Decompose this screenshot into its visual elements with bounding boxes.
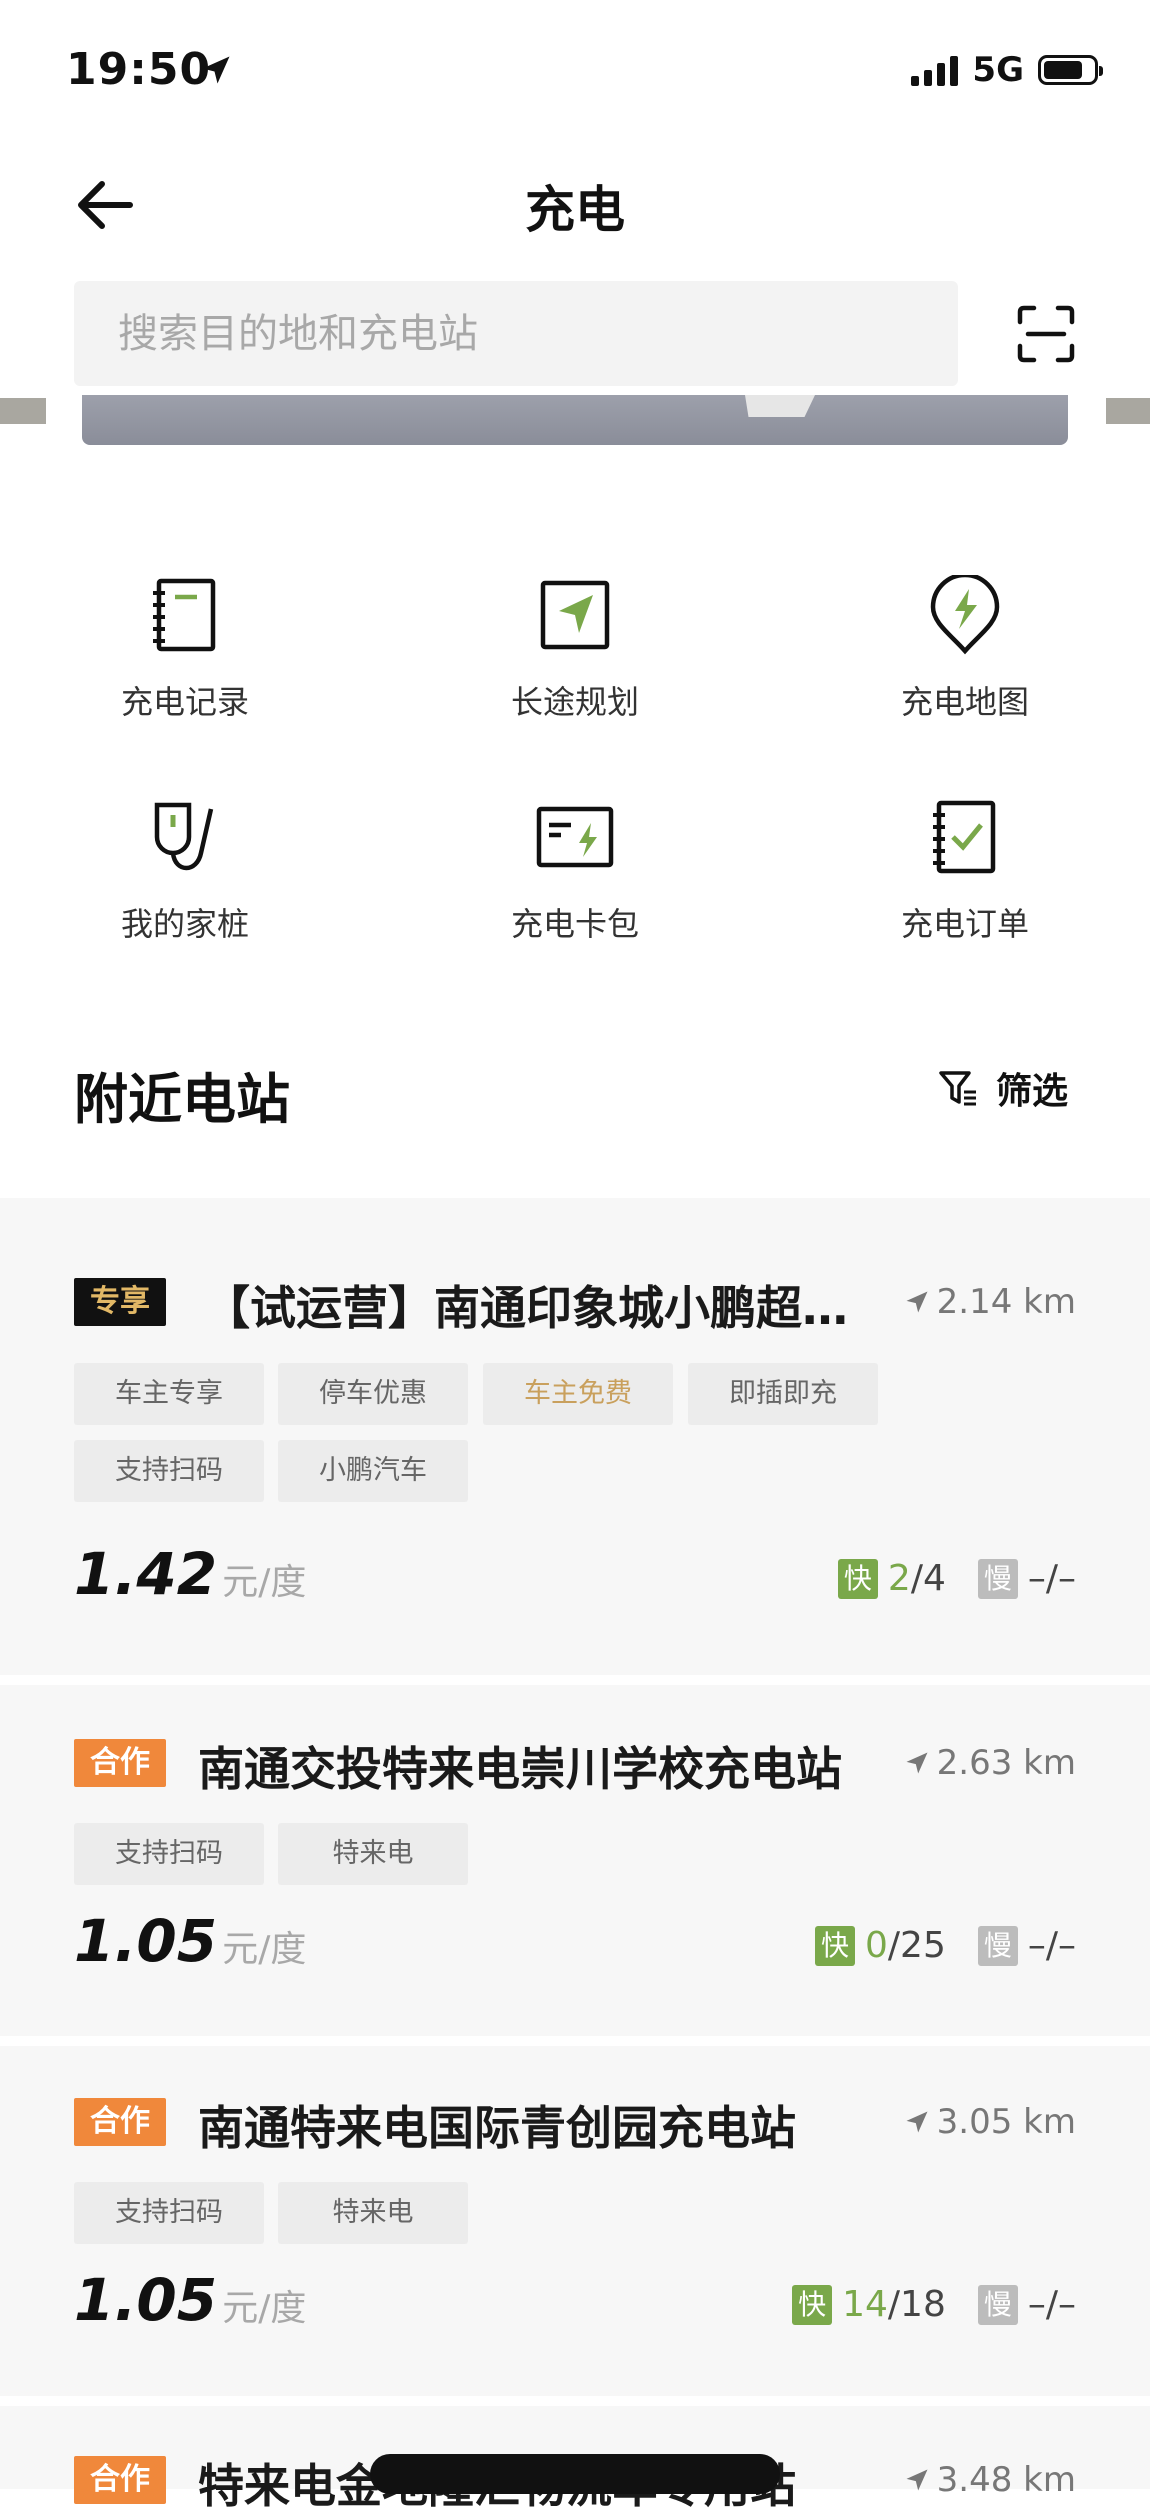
station-tag: 支持扫码 [74, 2182, 264, 2244]
station-tag: 支持扫码 [74, 1823, 264, 1885]
quick-charge-records[interactable]: 充电记录 [35, 575, 335, 723]
station-tag: 小鹏汽车 [278, 1440, 468, 1502]
charger-availability: 快 2/4 慢 –/– [837, 1558, 1076, 1599]
quick-home-charger[interactable]: 我的家桩 [35, 797, 335, 945]
slow-charger-badge: 慢 [977, 1925, 1018, 1966]
search-box[interactable] [74, 281, 958, 386]
battery-fill [1044, 61, 1082, 79]
fast-available: 14 [842, 2284, 888, 2325]
station-tag: 支持扫码 [74, 1440, 264, 1502]
quick-card-wallet[interactable]: 充电卡包 [425, 797, 725, 945]
card-separator [0, 2036, 1150, 2046]
charger-availability: 快 0/25 慢 –/– [815, 1925, 1076, 1966]
page-title: 充电 [525, 181, 625, 239]
home-indicator[interactable] [370, 2454, 780, 2494]
status-indicators: 5G [911, 50, 1103, 90]
home-charger-icon [154, 802, 214, 871]
fast-charger-badge: 快 [792, 2284, 833, 2325]
price-unit: 元/度 [222, 1562, 307, 1603]
map-pin-bolt-icon [930, 575, 1000, 655]
station-price: 1.05 元/度 [74, 2266, 306, 2334]
price-value: 1.05 [74, 1907, 218, 1975]
slow-availability: –/– [1027, 1925, 1076, 1966]
partner-badge: 合作 [74, 1739, 166, 1787]
station-price: 1.05 元/度 [74, 1907, 306, 1975]
quick-charge-map[interactable]: 充电地图 [815, 575, 1115, 723]
location-arrow-icon [202, 56, 230, 84]
quick-action-label: 充电地图 [900, 683, 1029, 721]
quick-action-label: 我的家桩 [120, 905, 249, 943]
direction-arrow-icon [906, 2111, 928, 2133]
direction-arrow-icon [906, 2469, 928, 2491]
station-price: 1.42 元/度 [74, 1540, 306, 1608]
notebook-icon [153, 578, 216, 652]
price-value: 1.42 [74, 1540, 218, 1608]
fast-available: 2 [887, 1558, 911, 1599]
filter-label: 筛选 [996, 1071, 1069, 1112]
fast-total: /25 [887, 1925, 946, 1966]
quick-action-label: 充电记录 [120, 683, 249, 721]
station-tag: 特来电 [278, 2182, 468, 2244]
station-tag: 特来电 [278, 1823, 468, 1885]
station-tag: 车主专享 [74, 1363, 264, 1425]
station-distance: 2.14 km [903, 1282, 1076, 1322]
carousel-next-peek[interactable] [1106, 398, 1150, 424]
filter-icon [939, 1071, 976, 1106]
route-plan-icon [540, 580, 610, 650]
banner-image-detail [745, 395, 815, 417]
fast-charger-badge: 快 [815, 1925, 856, 1966]
price-unit: 元/度 [222, 2288, 307, 2329]
price-unit: 元/度 [222, 1929, 307, 1970]
card-separator [0, 2396, 1150, 2406]
station-distance: 2.63 km [903, 1743, 1076, 1783]
station-tag: 车主免费 [483, 1363, 673, 1425]
station-name: 【试运营】南通印象城小鹏超… [204, 1281, 848, 1335]
slow-charger-badge: 慢 [977, 1558, 1018, 1599]
exclusive-badge: 专享 [74, 1278, 166, 1326]
station-distance: 3.48 km [903, 2460, 1076, 2500]
station-name: 南通交投特来电崇川学校充电站 [198, 1742, 842, 1796]
distance-value: 2.63 km [936, 1743, 1076, 1783]
quick-route-plan[interactable]: 长途规划 [425, 575, 725, 723]
slow-availability: –/– [1027, 1558, 1076, 1599]
station-tag: 停车优惠 [278, 1363, 468, 1425]
status-time: 19:50 [66, 44, 212, 95]
card-wallet-icon [536, 806, 614, 868]
scan-icon[interactable] [1016, 304, 1076, 364]
slow-availability: –/– [1027, 2284, 1076, 2325]
fast-charger-badge: 快 [837, 1558, 878, 1599]
card-separator [0, 1675, 1150, 1685]
distance-value: 2.14 km [936, 1282, 1076, 1322]
search-input[interactable] [74, 281, 958, 386]
fast-total: /18 [887, 2284, 946, 2325]
distance-value: 3.05 km [936, 2102, 1076, 2142]
charger-availability: 快 14/18 慢 –/– [792, 2284, 1076, 2325]
promo-banner[interactable] [82, 395, 1068, 445]
direction-arrow-icon [906, 1752, 928, 1774]
quick-action-label: 长途规划 [510, 683, 639, 721]
station-name: 南通特来电国际青创园充电站 [198, 2101, 796, 2155]
battery-icon [1038, 55, 1103, 85]
partner-badge: 合作 [74, 2098, 166, 2146]
fast-total: /4 [910, 1558, 946, 1599]
order-check-icon [933, 800, 996, 874]
station-tag: 即插即充 [688, 1363, 878, 1425]
quick-action-label: 充电卡包 [510, 905, 639, 943]
network-type: 5G [972, 50, 1024, 90]
signal-icon [911, 54, 959, 86]
partner-badge: 合作 [74, 2456, 166, 2504]
station-distance: 3.05 km [903, 2102, 1076, 2142]
direction-arrow-icon [906, 1291, 928, 1313]
quick-charge-orders[interactable]: 充电订单 [815, 797, 1115, 945]
quick-action-label: 充电订单 [900, 905, 1029, 943]
slow-charger-badge: 慢 [977, 2284, 1018, 2325]
price-value: 1.05 [74, 2266, 218, 2334]
carousel-prev-peek[interactable] [0, 398, 46, 424]
filter-button[interactable]: 筛选 [938, 1062, 1068, 1114]
nearby-stations-title: 附近电站 [74, 1068, 290, 1131]
fast-available: 0 [865, 1925, 888, 1966]
distance-value: 3.48 km [936, 2460, 1076, 2500]
